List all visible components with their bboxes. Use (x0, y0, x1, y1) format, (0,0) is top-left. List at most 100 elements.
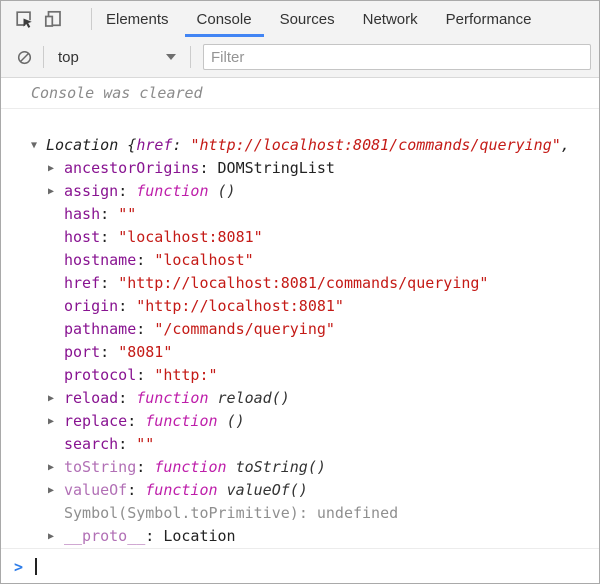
property-name: origin (64, 297, 118, 315)
object-preview-row: ▼Location {href: "http://localhost:8081/… (1, 134, 599, 157)
separator: : (118, 182, 136, 200)
property-value: Location (163, 527, 235, 545)
property-value: "localhost" (154, 251, 253, 269)
separator: : (136, 366, 154, 384)
tab-network[interactable]: Network (349, 1, 432, 37)
tab-label: Console (197, 11, 252, 28)
property-name: ancestorOrigins (64, 159, 199, 177)
tab-performance[interactable]: Performance (432, 1, 546, 37)
function-keyword: function (136, 182, 217, 200)
property-name: pathname (64, 320, 136, 338)
separator: : (118, 389, 136, 407)
disclosure-triangle-icon[interactable]: ▶ (48, 479, 62, 502)
property-name: replace (64, 412, 127, 430)
property-row: Symbol(Symbol.toPrimitive): undefined (1, 502, 599, 525)
function-keyword: function (154, 458, 235, 476)
tab-elements[interactable]: Elements (92, 1, 183, 37)
property-row: ▶__proto__: Location (1, 525, 599, 548)
property-row: ▶replace: function () (1, 410, 599, 433)
property-value: "http:" (154, 366, 217, 384)
preview-property-name: href (136, 136, 172, 154)
disclosure-triangle-icon[interactable]: ▶ (48, 387, 62, 410)
property-row: ▶assign: function () (1, 180, 599, 203)
separator: : (136, 320, 154, 338)
function-signature: () (218, 182, 236, 200)
property-name: assign (64, 182, 118, 200)
property-row: search: "" (1, 433, 599, 456)
property-name: toString (64, 458, 136, 476)
disclosure-triangle-icon[interactable]: ▶ (48, 456, 62, 479)
property-value: "8081" (118, 343, 172, 361)
disclosure-triangle-icon[interactable]: ▶ (48, 157, 62, 180)
property-name: hash (64, 205, 100, 223)
console-cleared-message: Console was cleared (1, 78, 599, 109)
property-value: DOMStringList (218, 159, 335, 177)
text-cursor (35, 558, 37, 575)
property-name: hostname (64, 251, 136, 269)
property-name: reload (64, 389, 118, 407)
disclosure-triangle-icon[interactable]: ▶ (48, 410, 62, 433)
console-toolbar: top (1, 37, 599, 78)
toolbar-separator (190, 46, 191, 68)
property-row: ▶reload: function reload() (1, 387, 599, 410)
separator: : (172, 136, 190, 154)
inspect-element-icon[interactable] (11, 6, 37, 32)
function-signature: valueOf() (227, 481, 308, 499)
function-signature: reload() (218, 389, 290, 407)
separator: : (127, 412, 145, 430)
execution-context-selector[interactable]: top (52, 45, 182, 69)
function-keyword: function (145, 412, 226, 430)
property-name: search (64, 435, 118, 453)
device-toolbar-icon[interactable] (40, 6, 66, 32)
toolbar-separator (43, 46, 44, 68)
tab-label: Performance (446, 11, 532, 28)
disclosure-triangle-expanded-icon[interactable]: ▼ (31, 134, 45, 157)
object-properties: ▶ancestorOrigins: DOMStringList▶assign: … (1, 157, 599, 548)
property-value: "http://localhost:8081" (136, 297, 344, 315)
console-log-object: ▼Location {href: "http://localhost:8081/… (1, 134, 599, 548)
disclosure-triangle-icon[interactable]: ▶ (48, 180, 62, 203)
function-signature: () (227, 412, 245, 430)
property-row: origin: "http://localhost:8081" (1, 295, 599, 318)
separator: : (136, 251, 154, 269)
property-value: "http://localhost:8081/commands/querying… (118, 274, 488, 292)
separator: : (127, 481, 145, 499)
separator: : (100, 228, 118, 246)
filter-input[interactable] (203, 44, 591, 70)
property-value: "" (136, 435, 154, 453)
console-prompt[interactable]: > (1, 548, 599, 584)
property-name: Symbol(Symbol.toPrimitive) (64, 504, 299, 522)
tab-label: Network (363, 11, 418, 28)
property-name: valueOf (64, 481, 127, 499)
tab-label: Sources (280, 11, 335, 28)
preview-trailing-comma: , (561, 136, 570, 154)
function-signature: toString() (236, 458, 326, 476)
function-keyword: function (136, 389, 217, 407)
property-row: protocol: "http:" (1, 364, 599, 387)
property-name: href (64, 274, 100, 292)
property-row: hostname: "localhost" (1, 249, 599, 272)
separator: : (118, 435, 136, 453)
property-name: __proto__ (64, 527, 145, 545)
preview-property-value: "http://localhost:8081/commands/querying… (191, 136, 561, 154)
context-label: top (58, 49, 79, 66)
cleared-text: Console was cleared (31, 84, 203, 102)
property-row: pathname: "/commands/querying" (1, 318, 599, 341)
property-row: host: "localhost:8081" (1, 226, 599, 249)
property-name: host (64, 228, 100, 246)
devtools-window: Elements Console Sources Network Perform… (0, 0, 600, 584)
property-value: "localhost:8081" (118, 228, 263, 246)
separator: : (100, 274, 118, 292)
clear-console-icon[interactable] (13, 46, 35, 68)
separator: : (199, 159, 217, 177)
devtools-tabbar: Elements Console Sources Network Perform… (1, 1, 599, 37)
dropdown-caret-icon (166, 54, 176, 60)
tab-label: Elements (106, 11, 169, 28)
disclosure-triangle-icon[interactable]: ▶ (48, 525, 62, 548)
separator: : (118, 297, 136, 315)
tab-sources[interactable]: Sources (266, 1, 349, 37)
property-name: port (64, 343, 100, 361)
tab-console[interactable]: Console (183, 1, 266, 37)
property-row: href: "http://localhost:8081/commands/qu… (1, 272, 599, 295)
separator: : (100, 205, 118, 223)
